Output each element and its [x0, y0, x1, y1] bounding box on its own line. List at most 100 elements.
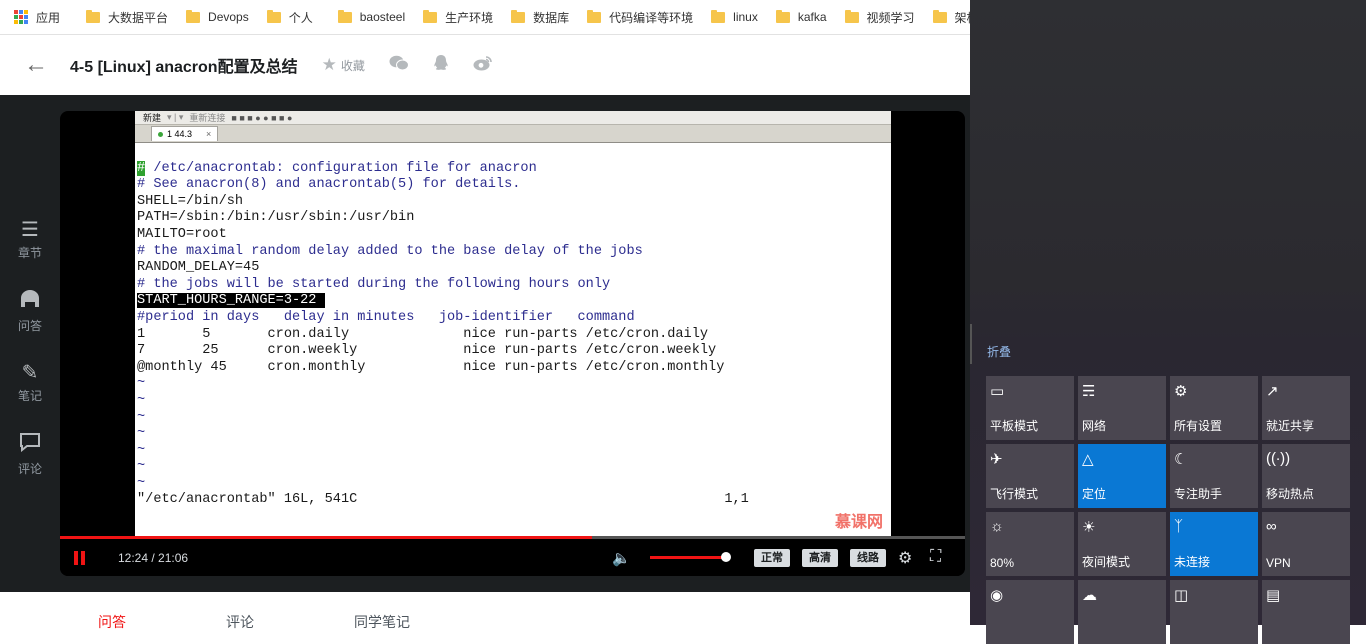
toolbar-separator: ▾ | ▾ — [167, 112, 184, 122]
gear-icon[interactable]: ⚙ — [898, 548, 912, 568]
quick-action-tile[interactable]: ◫ — [1170, 580, 1258, 644]
bookmarks-bar: 应用 大数据平台 Devops 个人 baosteel 生产环境 数据库 代码编… — [0, 0, 970, 35]
quick-action-tile[interactable]: ☁ — [1078, 580, 1166, 644]
bookmark-folder[interactable]: 数据库 — [511, 0, 569, 34]
bookmark-label: baosteel — [359, 10, 406, 24]
bottom-tabs: 问答 评论 同学笔记 — [0, 592, 970, 630]
quick-action-tile[interactable]: ☴ 网络 — [1078, 376, 1166, 440]
quick-action-tile[interactable]: ᛉ 未连接 — [1170, 512, 1258, 576]
bookmark-folder[interactable]: 生产环境 — [423, 0, 493, 34]
terminal-line: ~ — [137, 426, 146, 442]
tile-label: 专注助手 — [1174, 487, 1223, 501]
tab-comments[interactable]: 评论 — [226, 612, 254, 632]
battery-saver-icon: ◉ — [990, 587, 1004, 604]
terminal-line: START_HOURS_RANGE=3-22 — [137, 293, 325, 309]
folder-icon — [587, 9, 602, 23]
quick-action-tile[interactable]: ⚙ 所有设置 — [1170, 376, 1258, 440]
airplane-icon: ✈ — [990, 451, 1003, 468]
terminal-line: @monthly 45 cron.monthly nice run-parts … — [137, 359, 725, 375]
imooc-watermark: 慕课网 — [834, 514, 883, 531]
quality-hd-button[interactable]: 高清 — [802, 549, 838, 567]
quick-action-tile[interactable]: ∞ VPN — [1262, 512, 1350, 576]
weibo-icon[interactable] — [473, 55, 493, 76]
tab-qa[interactable]: 问答 — [98, 612, 126, 632]
bookmark-folder[interactable]: baosteel — [337, 0, 406, 34]
close-icon: × — [206, 129, 212, 139]
bookmark-folder[interactable]: 架构 — [932, 0, 970, 34]
course-sidebar: ☰ 章节 问答 ✎ 笔记 评论 — [0, 95, 60, 592]
screen-snip-icon: ☁ — [1082, 587, 1097, 604]
bookmark-folder[interactable]: 代码编译等环境 — [587, 0, 693, 34]
tablet-mode-icon: ▭ — [990, 383, 1005, 400]
sidebar-item-label: 章节 — [17, 246, 42, 260]
star-icon: ★ — [321, 55, 337, 74]
video-player[interactable]: 新建 ▾ | ▾ 重新连接 ■ ■ ■ ● ● ■ ■ ● 1 44.3 × #… — [60, 111, 965, 576]
bookmark-apps[interactable]: 应用 — [14, 0, 60, 34]
bookmark-label: 应用 — [36, 10, 61, 25]
quick-action-tile[interactable]: ▭ 平板模式 — [986, 376, 1074, 440]
folder-icon — [86, 9, 101, 23]
bookmark-folder[interactable]: 视频学习 — [844, 0, 915, 34]
terminal-line: # the jobs will be started during the fo… — [137, 276, 611, 292]
folder-icon — [932, 9, 947, 23]
quick-action-tile[interactable]: ☾ 专注助手 — [1170, 444, 1258, 508]
quick-action-tile[interactable]: ((·)) 移动热点 — [1262, 444, 1350, 508]
bookmark-label: Devops — [208, 10, 249, 24]
video-frame: 新建 ▾ | ▾ 重新连接 ■ ■ ■ ● ● ■ ■ ● 1 44.3 × #… — [135, 111, 891, 536]
tile-label: 所有设置 — [1174, 419, 1223, 433]
bookmark-label: 视频学习 — [866, 10, 915, 25]
vpn-icon: ∞ — [1266, 518, 1277, 535]
quick-action-tile[interactable]: ☼ 80% — [986, 512, 1074, 576]
quick-action-tile[interactable]: ↗ 就近共享 — [1262, 376, 1350, 440]
qq-icon[interactable] — [433, 54, 449, 77]
project-icon: ◫ — [1174, 587, 1189, 604]
sidebar-item-chapters[interactable]: ☰ 章节 — [0, 217, 60, 261]
bookmark-label: linux — [733, 10, 758, 24]
sidebar-item-qa[interactable]: 问答 — [0, 289, 60, 334]
tile-label: 移动热点 — [1266, 487, 1315, 501]
bookmark-label: 个人 — [288, 10, 313, 25]
tile-label: 飞行模式 — [990, 487, 1039, 501]
quick-action-tile[interactable]: ✈ 飞行模式 — [986, 444, 1074, 508]
fullscreen-icon[interactable]: ⛶ — [930, 548, 941, 566]
terminal-line: #period in days delay in minutes job-ide… — [137, 309, 635, 325]
quick-action-tile[interactable]: ▤ — [1262, 580, 1350, 644]
tile-label: 80% — [990, 556, 1015, 570]
terminal-line: ~ — [137, 392, 146, 408]
quick-action-tile[interactable]: ☀ 夜间模式 — [1078, 512, 1166, 576]
quick-action-tile[interactable]: △ 定位 — [1078, 444, 1166, 508]
terminal-line: # the maximal random delay added to the … — [137, 243, 643, 259]
collapse-link[interactable]: 折叠 — [987, 343, 1011, 360]
quick-action-tile[interactable]: ◉ — [986, 580, 1074, 644]
settings-icon: ⚙ — [1174, 383, 1188, 400]
bookmark-folder[interactable]: 个人 — [266, 0, 313, 34]
sidebar-item-notes[interactable]: ✎ 笔记 — [0, 360, 60, 404]
volume-icon[interactable]: 🔈 — [612, 549, 631, 567]
bookmark-folder[interactable]: linux — [711, 0, 758, 34]
bookmark-folder[interactable]: Devops — [186, 0, 249, 34]
terminal-line: ~ — [137, 409, 146, 425]
volume-knob[interactable] — [721, 552, 731, 562]
volume-slider[interactable] — [650, 556, 726, 559]
reconnect-label: 重新连接 — [189, 113, 226, 123]
brightness-icon: ☼ — [990, 518, 1004, 535]
terminal-line: PATH=/sbin:/bin:/usr/sbin:/usr/bin — [137, 210, 415, 226]
player-controls: 12:24 / 21:06 🔈 正常 高清 线路 ⚙ ⛶ — [60, 539, 965, 576]
wechat-icon[interactable] — [389, 55, 409, 76]
folder-icon — [186, 9, 201, 23]
back-arrow-icon[interactable]: ← — [24, 51, 48, 79]
tab-classmate-notes[interactable]: 同学笔记 — [354, 612, 410, 632]
qa-icon — [0, 289, 60, 315]
bookmark-folder[interactable]: 大数据平台 — [86, 0, 168, 34]
terminal-line: SHELL=/bin/sh — [137, 193, 244, 209]
pause-icon[interactable] — [74, 550, 86, 565]
sidebar-item-comments[interactable]: 评论 — [0, 432, 60, 477]
favorite-button[interactable]: ★ 收藏 — [322, 55, 365, 75]
route-button[interactable]: 线路 — [850, 549, 886, 567]
folder-icon — [511, 9, 526, 23]
bookmark-label: 架构 — [954, 10, 970, 25]
note-icon: ✎ — [21, 362, 39, 384]
quality-normal-button[interactable]: 正常 — [754, 549, 790, 567]
bookmark-folder[interactable]: kafka — [775, 0, 827, 34]
tile-label: 未连接 — [1174, 555, 1211, 569]
